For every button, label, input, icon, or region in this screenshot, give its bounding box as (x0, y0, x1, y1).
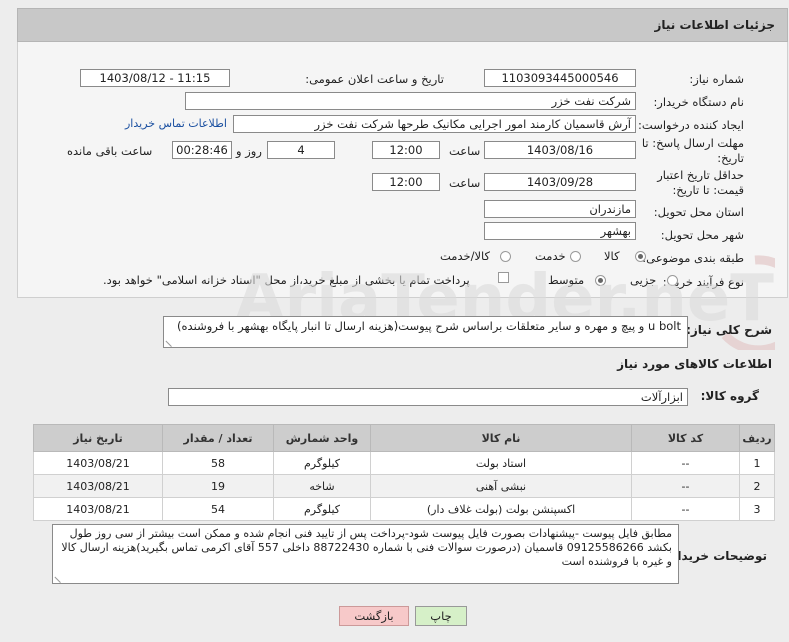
category-radio-goods[interactable] (635, 251, 646, 262)
buyer-notes-textarea[interactable]: مطابق فایل پیوست -پیشنهادات بصورت فایل پ… (52, 524, 679, 584)
col-date-header: تاریخ نیاز (33, 424, 163, 452)
announce-label: تاریخ و ساعت اعلان عمومی: (305, 72, 444, 86)
summary-text: u bolt و پیچ و مهره و سایر متعلقات براسا… (177, 319, 681, 333)
need-number-field: 1103093445000546 (484, 69, 636, 87)
cell-name: اکسپنشن بولت (بولت غلاف دار) (370, 497, 632, 521)
creator-label: ایجاد کننده درخواست: (638, 118, 744, 132)
panel-header: جزئیات اطلاعات نیاز (17, 8, 788, 42)
buyer-notes-text: مطابق فایل پیوست -پیشنهادات بصورت فایل پ… (61, 527, 672, 568)
process-radio-minor[interactable] (667, 275, 678, 286)
print-button[interactable]: چاپ (415, 606, 467, 626)
cell-qty: 54 (162, 497, 274, 521)
buyer-notes-label: توضیحات خریدار: (665, 549, 767, 563)
cell-qty: 58 (162, 451, 274, 475)
city-field: بهشهر (484, 222, 636, 240)
cell-name: استاد بولت (370, 451, 632, 475)
deadline-time-field: 12:00 (372, 141, 440, 159)
treasury-payment-checkbox[interactable] (498, 272, 509, 283)
summary-label: شرح کلی نیاز: (686, 323, 772, 337)
panel-title: جزئیات اطلاعات نیاز (654, 18, 775, 32)
cell-unit: کیلوگرم (273, 497, 371, 521)
cell-code: -- (631, 451, 740, 475)
validity-date-field: 1403/09/28 (484, 173, 636, 191)
treasury-payment-note: پرداخت تمام یا بخشی از مبلغ خرید،از محل … (103, 273, 470, 287)
category-option-service: خدمت (535, 249, 566, 263)
category-option-both: کالا/خدمت (440, 249, 491, 263)
cell-code: -- (631, 474, 740, 498)
remaining-label: ساعت باقی مانده (67, 144, 153, 158)
announce-field: 1403/08/12 - 11:15 (80, 69, 230, 87)
deadline-label: مهلت ارسال پاسخ: تا تاریخ: (641, 136, 744, 165)
cell-code: -- (631, 497, 740, 521)
table-row: 1 -- استاد بولت کیلوگرم 58 1403/08/21 (33, 451, 775, 475)
validity-time-label: ساعت (449, 176, 481, 190)
validity-label: حداقل تاریخ اعتبار قیمت: تا تاریخ: (657, 168, 744, 197)
creator-field: آرش قاسمیان کارمند امور اجرایی مکانیک طر… (233, 115, 636, 133)
col-code-header: کد کالا (631, 424, 740, 452)
goods-group-label: گروه کالا: (700, 389, 759, 403)
goods-section-title: اطلاعات کالاهای مورد نیاز (617, 357, 772, 371)
cell-name: نبشی آهنی (370, 474, 632, 498)
cell-qty: 19 (162, 474, 274, 498)
buyer-org-field: شرکت نفت خزر (185, 92, 636, 110)
col-qty-header: تعداد / مقدار (162, 424, 274, 452)
summary-textarea[interactable]: u bolt و پیچ و مهره و سایر متعلقات براسا… (163, 316, 688, 348)
process-radio-medium[interactable] (595, 275, 606, 286)
city-label: شهر محل تحویل: (660, 228, 744, 242)
resize-grip-icon[interactable] (165, 334, 178, 348)
buyer-contact-link[interactable]: اطلاعات تماس خریدار (125, 117, 227, 130)
category-option-goods: کالا (604, 249, 620, 263)
cell-row: 1 (739, 451, 775, 475)
category-radio-service[interactable] (570, 251, 581, 262)
days-field: 4 (267, 141, 335, 159)
goods-group-field: ابزارآلات (168, 388, 688, 406)
province-label: استان محل تحویل: (653, 205, 744, 219)
col-unit-header: واحد شمارش (273, 424, 371, 452)
table-row: 2 -- نبشی آهنی شاخه 19 1403/08/21 (33, 474, 775, 498)
cell-date: 1403/08/21 (33, 451, 163, 475)
cell-row: 2 (739, 474, 775, 498)
process-option-minor: جزیی (630, 273, 657, 287)
table-row: 3 -- اکسپنشن بولت (بولت غلاف دار) کیلوگر… (33, 497, 775, 521)
cell-date: 1403/08/21 (33, 474, 163, 498)
validity-time-field: 12:00 (372, 173, 440, 191)
cell-row: 3 (739, 497, 775, 521)
buyer-org-label: نام دستگاه خریدار: (653, 95, 744, 109)
deadline-time-label: ساعت (449, 144, 481, 158)
category-label: طبقه بندی موضوعی: (642, 251, 744, 265)
resize-grip-icon[interactable] (54, 570, 67, 584)
col-row-header: ردیف (739, 424, 775, 452)
need-number-label: شماره نیاز: (689, 72, 744, 86)
cell-unit: شاخه (273, 474, 371, 498)
back-button[interactable]: بازگشت (339, 606, 409, 626)
cell-date: 1403/08/21 (33, 497, 163, 521)
col-name-header: نام کالا (370, 424, 632, 452)
remaining-time-field: 00:28:46 (172, 141, 232, 159)
days-label: روز و (236, 144, 262, 158)
deadline-date-field: 1403/08/16 (484, 141, 636, 159)
goods-table: ردیف کد کالا نام کالا واحد شمارش تعداد /… (33, 424, 775, 521)
table-header-row: ردیف کد کالا نام کالا واحد شمارش تعداد /… (33, 424, 775, 452)
process-option-medium: متوسط (548, 273, 585, 287)
category-radio-both[interactable] (500, 251, 511, 262)
province-field: مازندران (484, 200, 636, 218)
cell-unit: کیلوگرم (273, 451, 371, 475)
